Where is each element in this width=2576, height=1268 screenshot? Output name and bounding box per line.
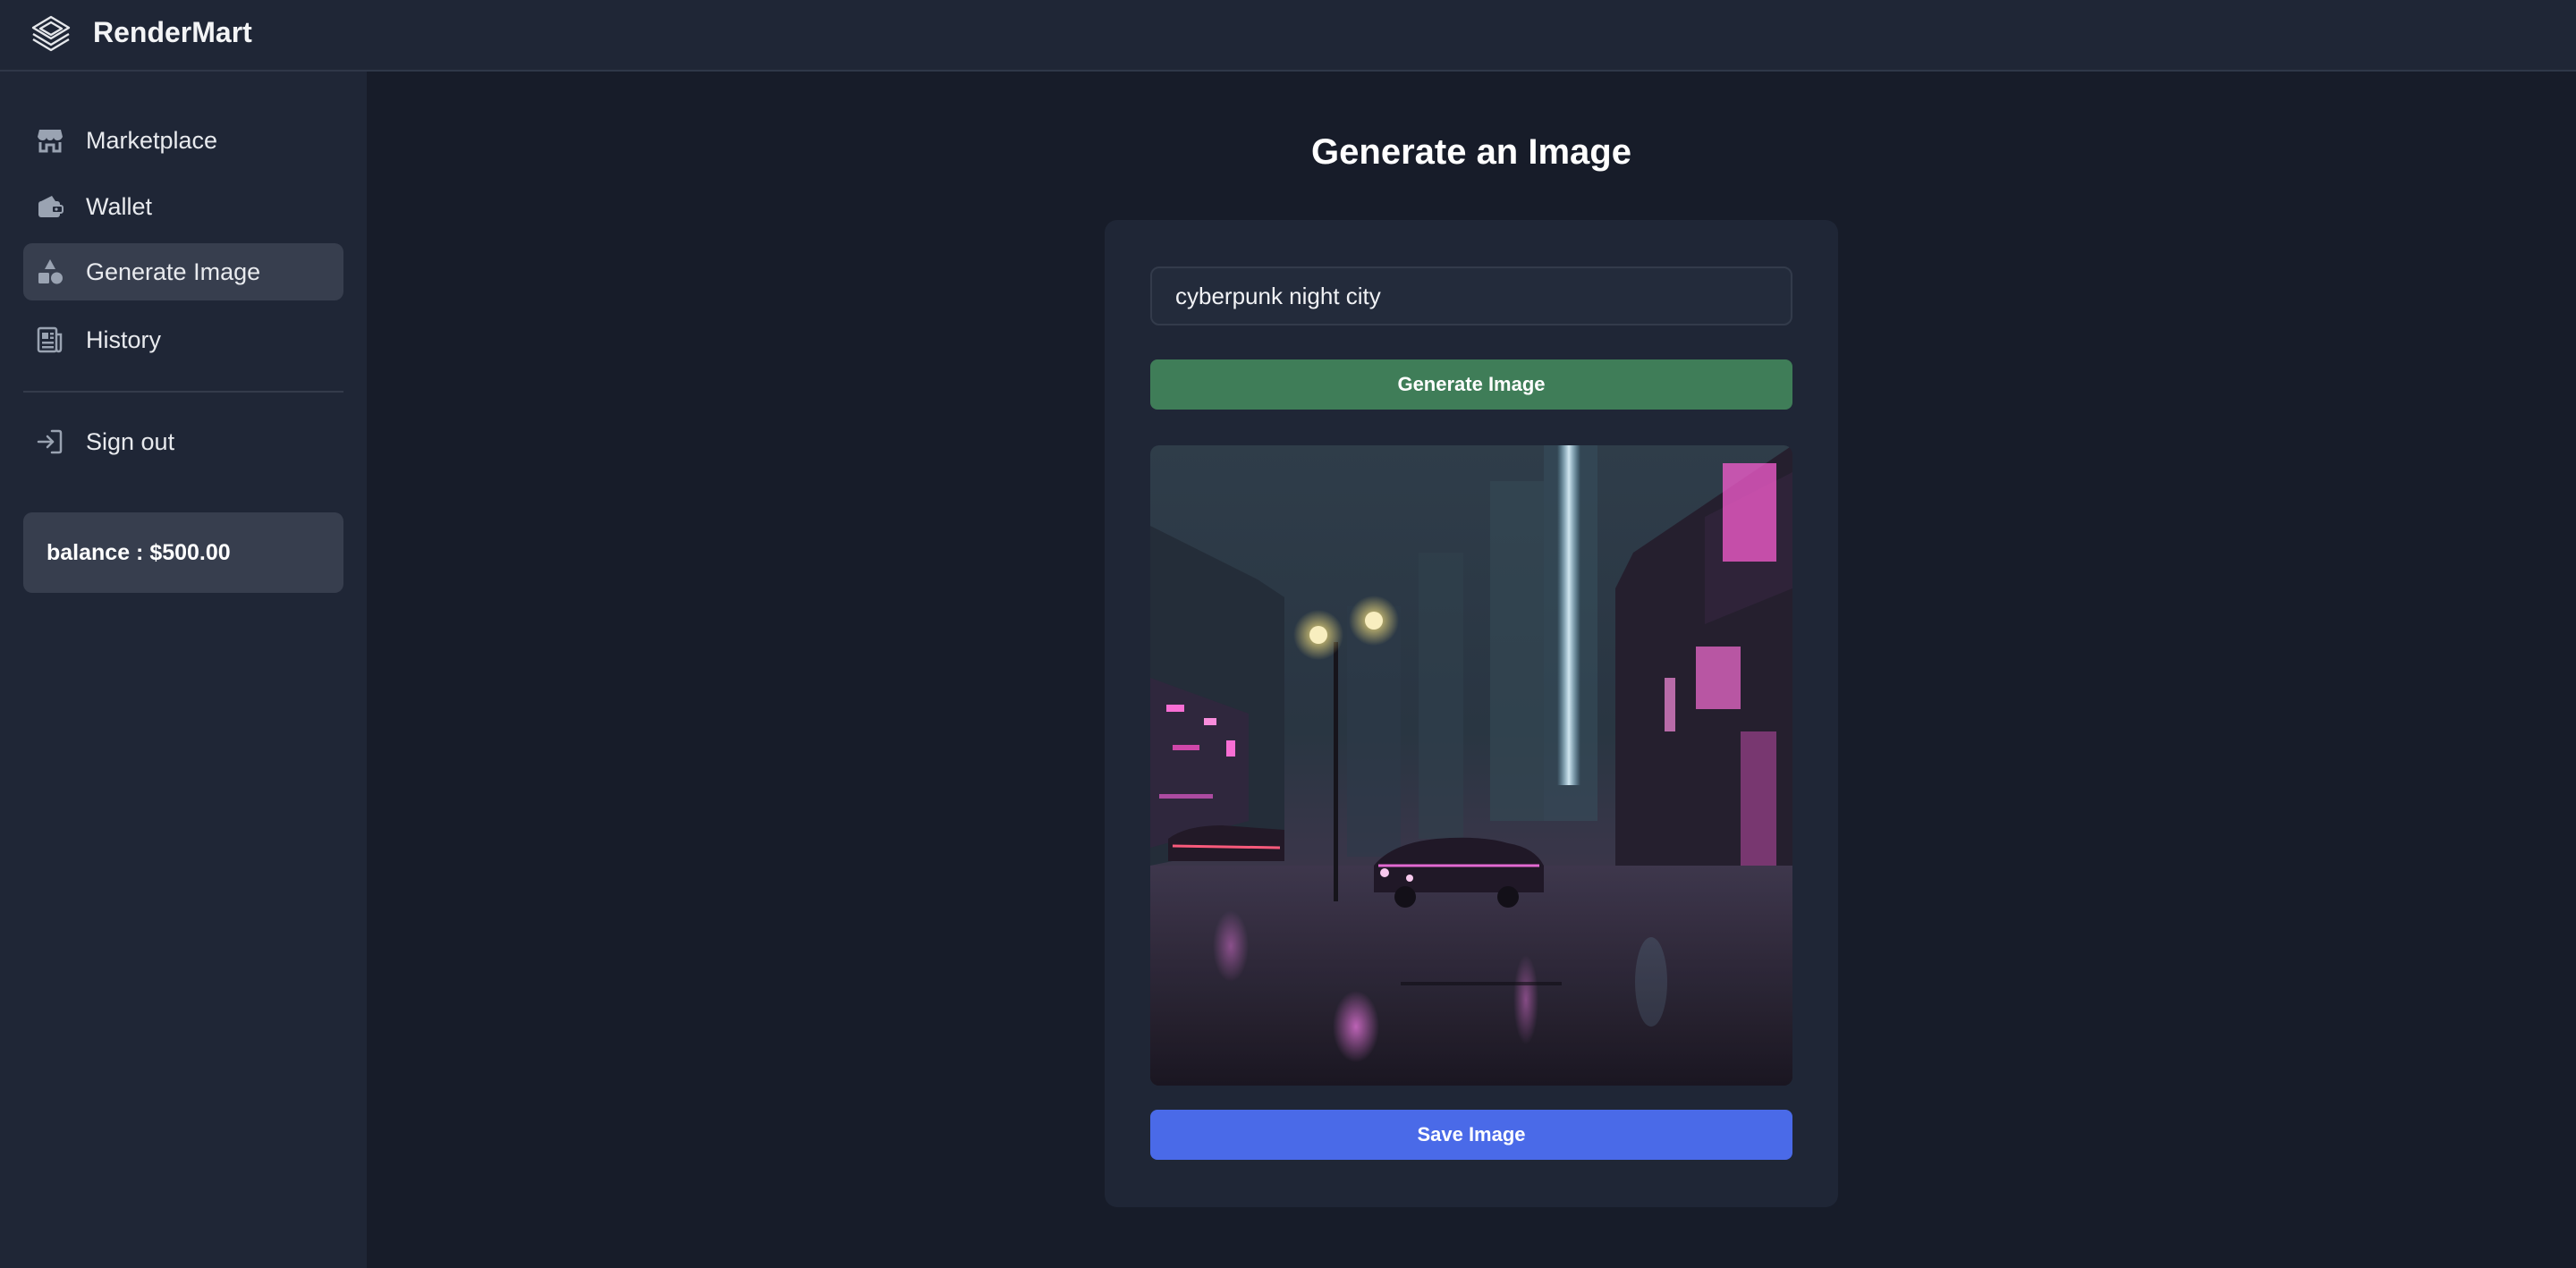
top-bar: RenderMart: [0, 0, 2576, 72]
generate-card: Generate Image: [1105, 220, 1838, 1207]
sidebar-item-label: History: [86, 326, 162, 353]
layers-logo-icon[interactable]: [29, 12, 73, 56]
sidebar-item-generate-image[interactable]: Generate Image: [23, 243, 343, 300]
sidebar-item-wallet[interactable]: Wallet: [23, 178, 343, 235]
generated-image: [1150, 445, 1792, 1086]
generate-image-button[interactable]: Generate Image: [1150, 359, 1792, 410]
sidebar-item-label: Wallet: [86, 193, 153, 220]
sidebar-item-marketplace[interactable]: Marketplace: [23, 112, 343, 169]
page-title: Generate an Image: [1311, 132, 1631, 172]
sign-in-icon: [37, 429, 63, 454]
sidebar: Marketplace Wallet Generate Image Histor…: [0, 72, 367, 1268]
store-icon: [38, 130, 63, 153]
balance-card: balance : $500.00: [23, 512, 343, 593]
sidebar-divider: [23, 391, 343, 393]
sidebar-item-label: Sign out: [86, 428, 175, 455]
sidebar-item-label: Generate Image: [86, 258, 261, 285]
save-image-button[interactable]: Save Image: [1150, 1110, 1792, 1160]
sidebar-item-sign-out[interactable]: Sign out: [23, 413, 343, 470]
sidebar-item-label: Marketplace: [86, 127, 218, 154]
brand-name[interactable]: RenderMart: [93, 14, 252, 50]
sidebar-item-history[interactable]: History: [23, 311, 343, 368]
newspaper-icon: [37, 326, 63, 353]
shapes-icon: [38, 259, 63, 284]
prompt-input[interactable]: [1150, 266, 1792, 325]
wallet-icon: [38, 196, 64, 217]
